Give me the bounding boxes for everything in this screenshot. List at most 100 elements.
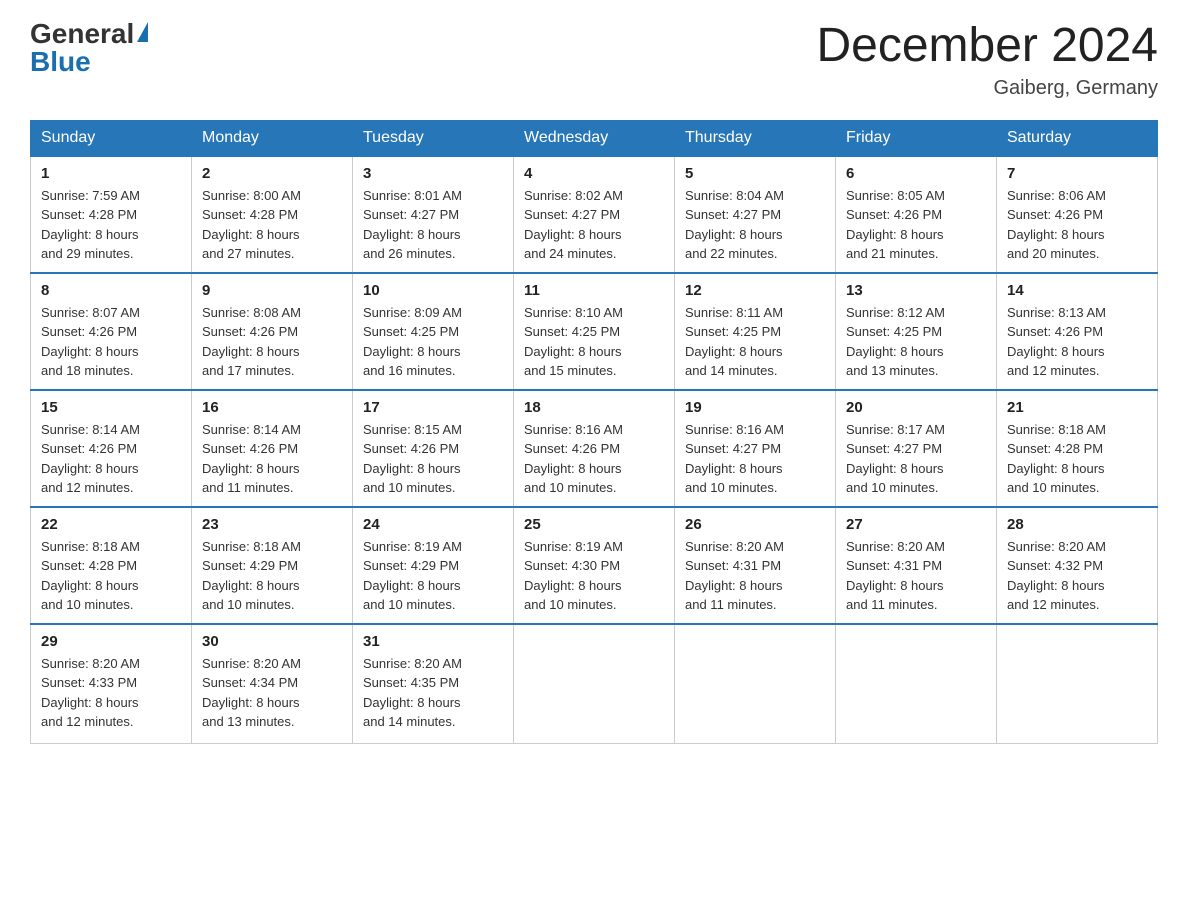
calendar-week-row: 8 Sunrise: 8:07 AMSunset: 4:26 PMDaylight… xyxy=(31,273,1158,390)
logo-general-text: General xyxy=(30,20,134,48)
location: Gaiberg, Germany xyxy=(816,77,1158,100)
day-number: 6 xyxy=(846,165,986,182)
weekday-header-sunday: Sunday xyxy=(31,120,192,156)
day-number: 26 xyxy=(685,516,825,533)
day-info: Sunrise: 8:07 AMSunset: 4:26 PMDaylight:… xyxy=(41,303,181,381)
day-number: 18 xyxy=(524,399,664,416)
day-info: Sunrise: 8:19 AMSunset: 4:30 PMDaylight:… xyxy=(524,537,664,615)
calendar-day-cell: 24Sunrise: 8:19 AMSunset: 4:29 PMDayligh… xyxy=(353,507,514,624)
day-info: Sunrise: 8:05 AMSunset: 4:26 PMDaylight:… xyxy=(846,186,986,264)
day-number: 28 xyxy=(1007,516,1147,533)
calendar-empty-cell xyxy=(675,624,836,744)
day-number: 22 xyxy=(41,516,181,533)
day-info: Sunrise: 7:59 AMSunset: 4:28 PMDaylight:… xyxy=(41,186,181,264)
calendar-day-cell: 19 Sunrise: 8:16 AMSunset: 4:27 PMDayligh… xyxy=(675,390,836,507)
day-info: Sunrise: 8:18 AMSunset: 4:29 PMDaylight:… xyxy=(202,537,342,615)
day-number: 17 xyxy=(363,399,503,416)
calendar-day-cell: 3Sunrise: 8:01 AMSunset: 4:27 PMDaylight… xyxy=(353,156,514,273)
day-number: 14 xyxy=(1007,282,1147,299)
weekday-header-thursday: Thursday xyxy=(675,120,836,156)
weekday-header-friday: Friday xyxy=(836,120,997,156)
calendar-day-cell: 27Sunrise: 8:20 AMSunset: 4:31 PMDayligh… xyxy=(836,507,997,624)
day-number: 10 xyxy=(363,282,503,299)
day-number: 29 xyxy=(41,633,181,650)
day-info: Sunrise: 8:20 AMSunset: 4:35 PMDaylight:… xyxy=(363,654,503,732)
calendar-day-cell: 18Sunrise: 8:16 AMSunset: 4:26 PMDayligh… xyxy=(514,390,675,507)
calendar-day-cell: 25Sunrise: 8:19 AMSunset: 4:30 PMDayligh… xyxy=(514,507,675,624)
day-number: 2 xyxy=(202,165,342,182)
day-info: Sunrise: 8:06 AMSunset: 4:26 PMDaylight:… xyxy=(1007,186,1147,264)
calendar-day-cell: 29 Sunrise: 8:20 AMSunset: 4:33 PMDayligh… xyxy=(31,624,192,744)
calendar-day-cell: 26 Sunrise: 8:20 AMSunset: 4:31 PMDayligh… xyxy=(675,507,836,624)
day-info: Sunrise: 8:20 AMSunset: 4:33 PMDaylight:… xyxy=(41,654,181,732)
day-number: 24 xyxy=(363,516,503,533)
calendar-day-cell: 28 Sunrise: 8:20 AMSunset: 4:32 PMDayligh… xyxy=(997,507,1158,624)
weekday-header-wednesday: Wednesday xyxy=(514,120,675,156)
calendar-week-row: 1 Sunrise: 7:59 AMSunset: 4:28 PMDaylight… xyxy=(31,156,1158,273)
weekday-header-tuesday: Tuesday xyxy=(353,120,514,156)
day-number: 27 xyxy=(846,516,986,533)
day-info: Sunrise: 8:20 AMSunset: 4:31 PMDaylight:… xyxy=(685,537,825,615)
calendar-day-cell: 7 Sunrise: 8:06 AMSunset: 4:26 PMDaylight… xyxy=(997,156,1158,273)
weekday-header-monday: Monday xyxy=(192,120,353,156)
day-info: Sunrise: 8:14 AMSunset: 4:26 PMDaylight:… xyxy=(41,420,181,498)
day-number: 31 xyxy=(363,633,503,650)
day-number: 4 xyxy=(524,165,664,182)
calendar-day-cell: 23 Sunrise: 8:18 AMSunset: 4:29 PMDayligh… xyxy=(192,507,353,624)
calendar-day-cell: 15 Sunrise: 8:14 AMSunset: 4:26 PMDayligh… xyxy=(31,390,192,507)
day-number: 15 xyxy=(41,399,181,416)
day-number: 1 xyxy=(41,165,181,182)
calendar-empty-cell xyxy=(836,624,997,744)
weekday-header-saturday: Saturday xyxy=(997,120,1158,156)
calendar-day-cell: 30 Sunrise: 8:20 AMSunset: 4:34 PMDayligh… xyxy=(192,624,353,744)
calendar-day-cell: 6 Sunrise: 8:05 AMSunset: 4:26 PMDaylight… xyxy=(836,156,997,273)
calendar-day-cell: 5 Sunrise: 8:04 AMSunset: 4:27 PMDaylight… xyxy=(675,156,836,273)
calendar-day-cell: 13 Sunrise: 8:12 AMSunset: 4:25 PMDayligh… xyxy=(836,273,997,390)
logo: General Blue xyxy=(30,20,148,76)
logo-blue-text: Blue xyxy=(30,48,91,76)
day-number: 11 xyxy=(524,282,664,299)
day-info: Sunrise: 8:02 AMSunset: 4:27 PMDaylight:… xyxy=(524,186,664,264)
day-info: Sunrise: 8:00 AMSunset: 4:28 PMDaylight:… xyxy=(202,186,342,264)
calendar-day-cell: 21 Sunrise: 8:18 AMSunset: 4:28 PMDayligh… xyxy=(997,390,1158,507)
page-header: General Blue December 2024 Gaiberg, Germ… xyxy=(30,20,1158,100)
day-number: 8 xyxy=(41,282,181,299)
day-info: Sunrise: 8:04 AMSunset: 4:27 PMDaylight:… xyxy=(685,186,825,264)
day-number: 16 xyxy=(202,399,342,416)
day-number: 20 xyxy=(846,399,986,416)
day-number: 21 xyxy=(1007,399,1147,416)
day-info: Sunrise: 8:12 AMSunset: 4:25 PMDaylight:… xyxy=(846,303,986,381)
day-info: Sunrise: 8:20 AMSunset: 4:34 PMDaylight:… xyxy=(202,654,342,732)
calendar-day-cell: 9Sunrise: 8:08 AMSunset: 4:26 PMDaylight… xyxy=(192,273,353,390)
logo-triangle-icon xyxy=(137,22,148,42)
day-number: 7 xyxy=(1007,165,1147,182)
calendar-empty-cell xyxy=(997,624,1158,744)
day-info: Sunrise: 8:20 AMSunset: 4:32 PMDaylight:… xyxy=(1007,537,1147,615)
weekday-header-row: SundayMondayTuesdayWednesdayThursdayFrid… xyxy=(31,120,1158,156)
day-number: 30 xyxy=(202,633,342,650)
day-number: 13 xyxy=(846,282,986,299)
calendar-day-cell: 8 Sunrise: 8:07 AMSunset: 4:26 PMDaylight… xyxy=(31,273,192,390)
day-info: Sunrise: 8:18 AMSunset: 4:28 PMDaylight:… xyxy=(41,537,181,615)
calendar-day-cell: 12 Sunrise: 8:11 AMSunset: 4:25 PMDayligh… xyxy=(675,273,836,390)
day-info: Sunrise: 8:09 AMSunset: 4:25 PMDaylight:… xyxy=(363,303,503,381)
day-number: 12 xyxy=(685,282,825,299)
day-info: Sunrise: 8:10 AMSunset: 4:25 PMDaylight:… xyxy=(524,303,664,381)
day-info: Sunrise: 8:13 AMSunset: 4:26 PMDaylight:… xyxy=(1007,303,1147,381)
calendar-day-cell: 11 Sunrise: 8:10 AMSunset: 4:25 PMDayligh… xyxy=(514,273,675,390)
day-info: Sunrise: 8:16 AMSunset: 4:27 PMDaylight:… xyxy=(685,420,825,498)
calendar-day-cell: 20 Sunrise: 8:17 AMSunset: 4:27 PMDayligh… xyxy=(836,390,997,507)
calendar-day-cell: 1 Sunrise: 7:59 AMSunset: 4:28 PMDaylight… xyxy=(31,156,192,273)
day-info: Sunrise: 8:01 AMSunset: 4:27 PMDaylight:… xyxy=(363,186,503,264)
day-number: 5 xyxy=(685,165,825,182)
day-number: 19 xyxy=(685,399,825,416)
day-info: Sunrise: 8:18 AMSunset: 4:28 PMDaylight:… xyxy=(1007,420,1147,498)
day-info: Sunrise: 8:11 AMSunset: 4:25 PMDaylight:… xyxy=(685,303,825,381)
calendar-week-row: 15 Sunrise: 8:14 AMSunset: 4:26 PMDayligh… xyxy=(31,390,1158,507)
calendar-week-row: 22 Sunrise: 8:18 AMSunset: 4:28 PMDayligh… xyxy=(31,507,1158,624)
day-info: Sunrise: 8:08 AMSunset: 4:26 PMDaylight:… xyxy=(202,303,342,381)
calendar-day-cell: 31 Sunrise: 8:20 AMSunset: 4:35 PMDayligh… xyxy=(353,624,514,744)
day-number: 23 xyxy=(202,516,342,533)
day-info: Sunrise: 8:14 AMSunset: 4:26 PMDaylight:… xyxy=(202,420,342,498)
day-info: Sunrise: 8:17 AMSunset: 4:27 PMDaylight:… xyxy=(846,420,986,498)
